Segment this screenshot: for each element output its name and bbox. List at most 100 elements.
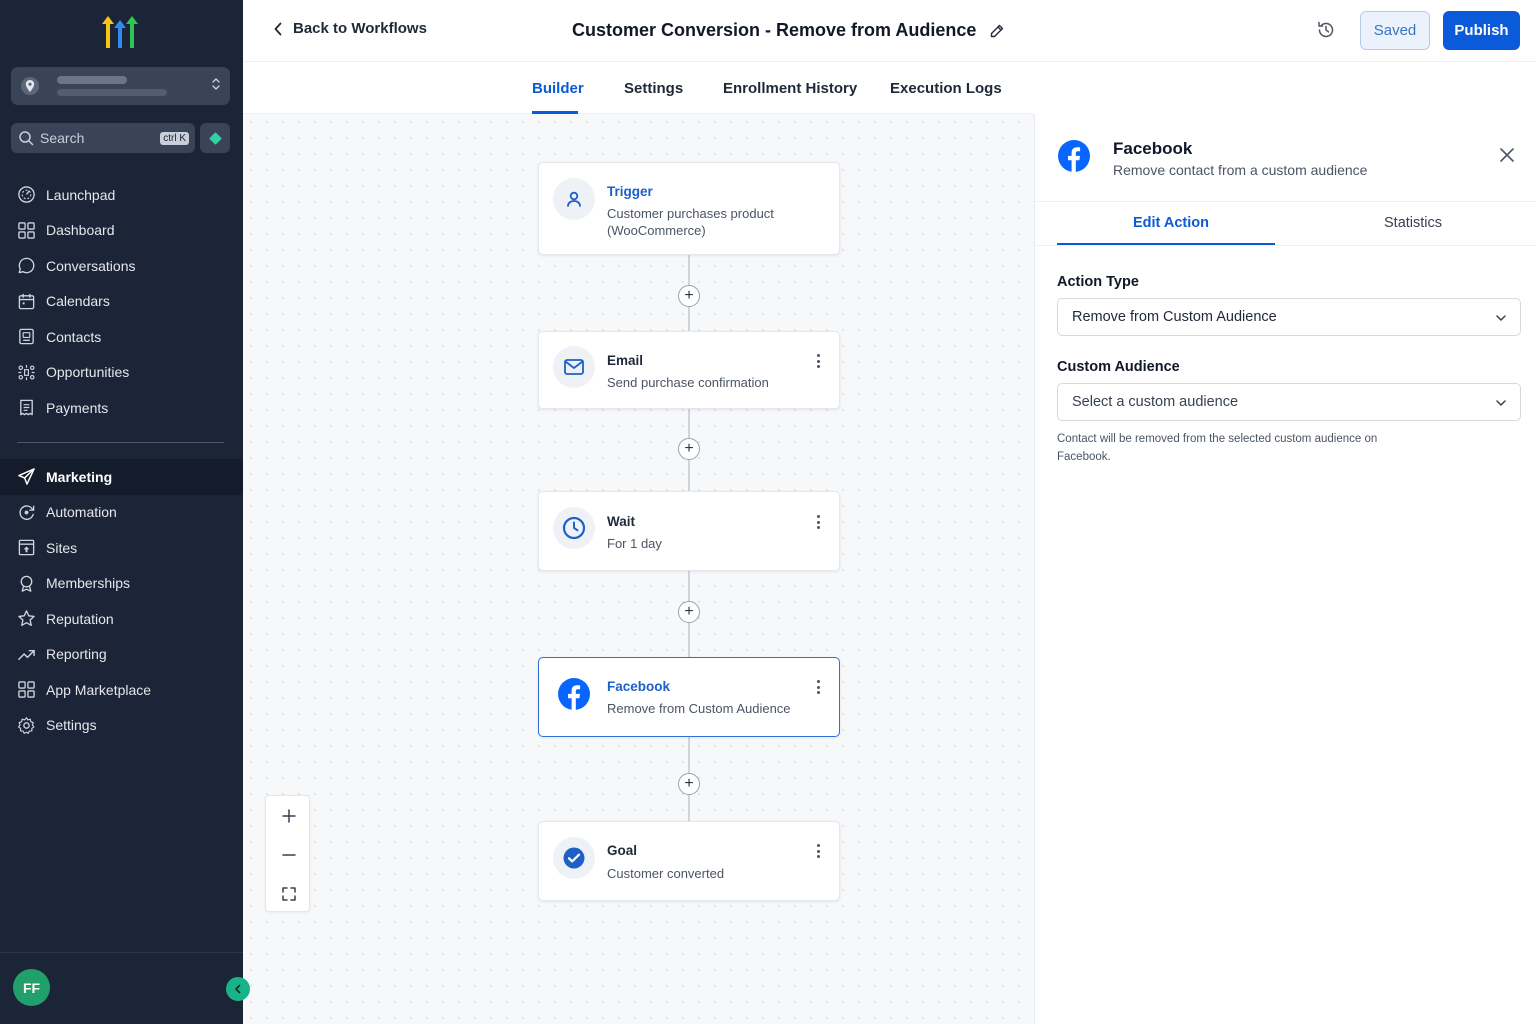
- plus-icon: +: [684, 440, 694, 457]
- sidebar-item-label: Settings: [46, 717, 97, 734]
- user-avatar[interactable]: FF: [13, 969, 50, 1006]
- sidebar-item-opportunities[interactable]: Opportunities: [0, 355, 243, 391]
- sidebar-item-reporting[interactable]: Reporting: [0, 637, 243, 673]
- map-pin-icon: [21, 77, 39, 95]
- expand-icon: [281, 886, 296, 901]
- sidebar-item-calendars[interactable]: Calendars: [0, 284, 243, 320]
- sidebar-item-dashboard[interactable]: Dashboard: [0, 213, 243, 249]
- mail-icon: [553, 346, 595, 388]
- node-title: Facebook: [607, 679, 671, 694]
- chat-bubble-icon: [18, 257, 35, 274]
- workflow-title: Customer Conversion - Remove from Audien…: [572, 20, 1004, 41]
- plus-icon: [281, 808, 296, 823]
- node-subtitle: Customer purchases product (WooCommerce): [607, 206, 774, 238]
- chevron-left-icon: [235, 984, 241, 994]
- plus-icon: +: [684, 775, 694, 792]
- collapse-sidebar-button[interactable]: [226, 977, 250, 1001]
- sidebar-item-app-marketplace[interactable]: App Marketplace: [0, 672, 243, 708]
- sidebar-item-memberships[interactable]: Memberships: [0, 566, 243, 602]
- gear-icon: [17, 716, 35, 734]
- add-step-button[interactable]: +: [678, 285, 700, 307]
- tab-edit-action[interactable]: Edit Action: [1133, 215, 1209, 231]
- custom-audience-label: Custom Audience: [1057, 359, 1180, 375]
- add-step-button[interactable]: +: [678, 773, 700, 795]
- sidebar-item-settings[interactable]: Settings: [0, 708, 243, 744]
- tab-builder[interactable]: Builder: [532, 80, 584, 97]
- tab-statistics[interactable]: Statistics: [1384, 215, 1442, 231]
- calendar-icon: [18, 293, 35, 310]
- user-icon: [553, 178, 595, 220]
- search-icon: [19, 131, 34, 146]
- saved-button[interactable]: Saved: [1360, 11, 1430, 50]
- workflow-node-email[interactable]: Email Send purchase confirmation: [538, 331, 840, 409]
- panel-header-divider: [1035, 201, 1536, 202]
- sidebar-item-payments[interactable]: Payments: [0, 390, 243, 426]
- workflow-node-wait[interactable]: Wait For 1 day: [538, 491, 840, 571]
- sidebar-item-label: Reputation: [46, 610, 114, 627]
- location-name-blurred: [57, 76, 127, 84]
- back-to-workflows-link[interactable]: Back to Workflows: [273, 20, 427, 37]
- dashboard-grid-icon: [18, 221, 35, 239]
- panel-title: Facebook: [1113, 139, 1193, 158]
- search-input[interactable]: Search: [40, 130, 160, 146]
- node-title: Goal: [607, 843, 638, 858]
- workflow-title-text: Customer Conversion - Remove from Audien…: [572, 20, 977, 40]
- publish-button[interactable]: Publish: [1443, 11, 1520, 50]
- minus-icon: [281, 853, 296, 856]
- sidebar-item-label: Marketing: [46, 468, 113, 485]
- node-subtitle: Customer converted: [607, 866, 725, 881]
- node-title: Wait: [607, 514, 635, 529]
- search-bar[interactable]: Search ctrl K: [11, 123, 195, 153]
- sidebar-item-automation[interactable]: Automation: [0, 495, 243, 531]
- custom-audience-select[interactable]: Select a custom audience: [1057, 383, 1521, 421]
- sidebar-item-conversations[interactable]: Conversations: [0, 248, 243, 284]
- sidebar-item-contacts[interactable]: Contacts: [0, 319, 243, 355]
- workflow-node-trigger[interactable]: Trigger Customer purchases product (WooC…: [538, 162, 840, 255]
- sidebar-divider: [17, 442, 224, 443]
- node-menu-kebab-icon[interactable]: [817, 844, 821, 858]
- pencil-icon[interactable]: [990, 24, 1004, 38]
- zoom-in-button[interactable]: [266, 796, 311, 835]
- paper-plane-icon: [18, 468, 35, 486]
- sidebar-nav-primary: Launchpad Dashboard Conversations Calend…: [0, 177, 243, 426]
- workflow-tabs: Builder Settings Enrollment History Exec…: [243, 62, 1034, 114]
- workflow-node-facebook[interactable]: Facebook Remove from Custom Audience: [538, 657, 840, 737]
- location-switcher[interactable]: [11, 67, 230, 105]
- check-circle-icon: [553, 837, 595, 879]
- tab-execution-logs[interactable]: Execution Logs: [890, 80, 1002, 97]
- workflow-canvas[interactable]: + + + + Trigger Customer purchases produ…: [243, 114, 1034, 1024]
- custom-audience-help-text: Contact will be removed from the selecte…: [1057, 433, 1378, 463]
- sidebar-item-launchpad[interactable]: Launchpad: [0, 177, 243, 213]
- fit-to-screen-button[interactable]: [266, 874, 311, 913]
- sidebar-item-label: Memberships: [46, 575, 131, 592]
- sidebar-item-reputation[interactable]: Reputation: [0, 601, 243, 637]
- action-type-select[interactable]: Remove from Custom Audience: [1057, 298, 1521, 336]
- node-subtitle: Remove from Custom Audience: [607, 701, 791, 716]
- app-logo[interactable]: [100, 12, 140, 52]
- add-step-button[interactable]: +: [678, 438, 700, 460]
- node-menu-kebab-icon[interactable]: [817, 354, 821, 368]
- workflow-node-goal[interactable]: Goal Customer converted: [538, 821, 840, 901]
- sidebar-item-marketing[interactable]: Marketing: [0, 459, 243, 495]
- back-label: Back to Workflows: [293, 20, 427, 37]
- node-menu-kebab-icon[interactable]: [817, 680, 821, 694]
- sidebar-item-sites[interactable]: Sites: [0, 530, 243, 566]
- tab-enrollment-history[interactable]: Enrollment History: [723, 80, 857, 97]
- node-subtitle: Send purchase confirmation: [607, 375, 769, 390]
- node-menu-kebab-icon[interactable]: [817, 515, 821, 529]
- version-history-button[interactable]: [1316, 20, 1336, 45]
- sidebar-footer-divider: [0, 952, 243, 953]
- node-title: Email: [607, 353, 644, 368]
- sidebar-item-label: Dashboard: [46, 222, 115, 239]
- zoom-out-button[interactable]: [266, 835, 311, 874]
- add-step-button[interactable]: +: [678, 601, 700, 623]
- clock-icon: [553, 507, 595, 549]
- sparkle-icon: [208, 131, 222, 145]
- ai-assistant-button[interactable]: [200, 123, 230, 153]
- sidebar-item-label: Contacts: [46, 328, 102, 345]
- close-icon[interactable]: [1499, 147, 1515, 163]
- history-clock-icon: [1318, 21, 1334, 38]
- chevron-down-icon: [1496, 400, 1506, 406]
- tab-settings[interactable]: Settings: [624, 80, 683, 97]
- contact-card-icon: [19, 328, 34, 345]
